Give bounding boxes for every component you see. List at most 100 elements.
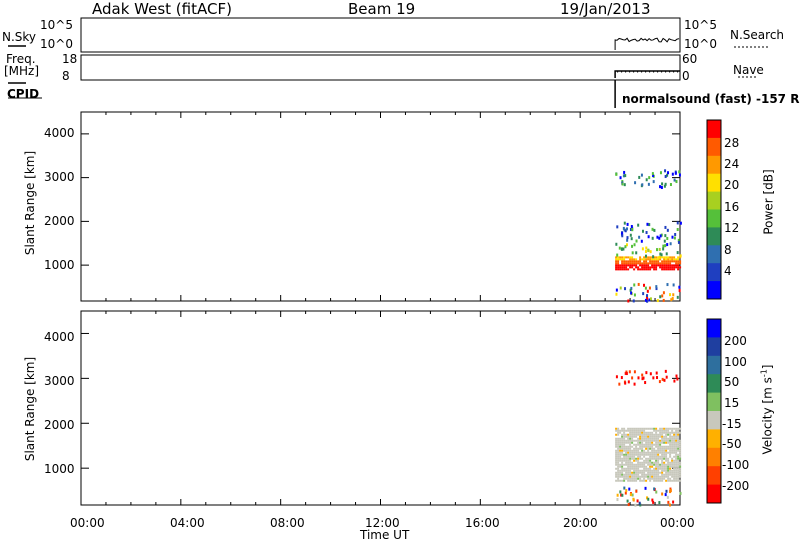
velocity-cell — [673, 477, 676, 480]
power-point — [678, 170, 681, 174]
velocity-cell — [663, 427, 666, 430]
power-cell — [655, 262, 658, 265]
power-point — [678, 289, 681, 293]
velocity-cell — [645, 441, 648, 444]
power-cell — [669, 268, 672, 271]
velocity-cell — [663, 453, 666, 456]
velocity-cell — [625, 459, 628, 462]
velocity-cell — [669, 453, 672, 456]
velocity-point — [616, 493, 619, 497]
power-cell — [671, 266, 674, 269]
velocity-cell — [677, 473, 680, 476]
velocity-cell — [619, 457, 622, 460]
velocity-cell — [659, 479, 662, 482]
velocity-cell — [619, 453, 622, 456]
power-point — [647, 182, 650, 186]
velocity-cell — [621, 441, 624, 444]
velocity-cell — [673, 451, 676, 454]
velocity-cell — [647, 463, 650, 466]
velocity-cell — [661, 459, 664, 462]
velocity-cell — [621, 471, 624, 474]
velocity-cell — [657, 433, 660, 436]
velocity-cell — [655, 453, 658, 456]
power-cell — [673, 260, 676, 263]
velocity-cell — [635, 459, 638, 462]
velocity-cell — [649, 435, 652, 438]
power-cell — [639, 258, 642, 261]
velocity-cell — [635, 433, 638, 436]
velocity-cell — [647, 467, 650, 470]
power-cell — [627, 268, 630, 271]
velocity-cell — [679, 469, 682, 472]
velocity-cell — [649, 431, 652, 434]
velocity-cell — [663, 447, 666, 450]
velocity-cell — [657, 467, 660, 470]
velocity-cell — [675, 437, 678, 440]
velocity-cell — [663, 469, 666, 472]
power-point — [679, 221, 682, 225]
power-point — [621, 182, 624, 186]
velocity-cell — [651, 455, 654, 458]
velocity-point — [621, 493, 624, 497]
velocity-cell — [643, 451, 646, 454]
power-point — [631, 244, 634, 248]
velocity-cell — [673, 441, 676, 444]
velocity-cell — [629, 429, 632, 432]
power-point — [640, 173, 643, 177]
velocity-cell — [667, 441, 670, 444]
velocity-cell — [629, 433, 632, 436]
velocity-cell — [679, 443, 682, 446]
velocity-cell — [629, 477, 632, 480]
velocity-cell — [647, 447, 650, 450]
velocity-cell — [673, 427, 676, 430]
velocity-cell — [663, 461, 666, 464]
velocity-cell — [617, 465, 620, 468]
velocity-cell — [625, 429, 628, 432]
velocity-cell — [629, 439, 632, 442]
velocity-cell — [651, 457, 654, 460]
velocity-cell — [639, 463, 642, 466]
velocity-cell — [641, 473, 644, 476]
power-colorbar-swatch-7 — [707, 245, 721, 264]
power-cell — [651, 260, 654, 263]
velocity-cell — [633, 471, 636, 474]
power-cell — [633, 268, 636, 271]
velocity-cell — [667, 445, 670, 448]
power-point — [666, 243, 669, 247]
power-point — [652, 180, 655, 184]
velocity-cell — [629, 461, 632, 464]
power-cell — [631, 264, 634, 267]
velocity-cell — [647, 457, 650, 460]
power-cell — [673, 258, 676, 261]
velocity-cell — [649, 465, 652, 468]
velocity-cell — [635, 431, 638, 434]
power-cell — [643, 256, 646, 259]
power-cell — [677, 256, 680, 259]
velocity-cell — [625, 457, 628, 460]
velocity-cell — [633, 479, 636, 482]
velocity-cell — [647, 433, 650, 436]
velocity-cell — [623, 433, 626, 436]
power-point — [638, 175, 641, 179]
velocity-cell — [663, 463, 666, 466]
power-cell — [647, 258, 650, 261]
velocity-cell — [657, 445, 660, 448]
velocity-colorbar-swatch-7 — [707, 447, 721, 467]
power-cell — [617, 264, 620, 267]
velocity-cell — [665, 451, 668, 454]
velocity-cell — [653, 461, 656, 464]
velocity-cell — [679, 445, 682, 448]
power-cell — [661, 266, 664, 269]
velocity-cell — [629, 465, 632, 468]
velocity-cell — [615, 459, 618, 462]
velocity-cell — [667, 475, 670, 478]
velocity-cell — [633, 473, 636, 476]
velocity-cell — [679, 439, 682, 442]
velocity-cell — [651, 471, 654, 474]
velocity-cell — [659, 457, 662, 460]
power-cell — [671, 260, 674, 263]
power-cell — [645, 264, 648, 267]
velocity-cell — [631, 437, 634, 440]
velocity-cell — [625, 461, 628, 464]
velocity-cell — [677, 459, 680, 462]
